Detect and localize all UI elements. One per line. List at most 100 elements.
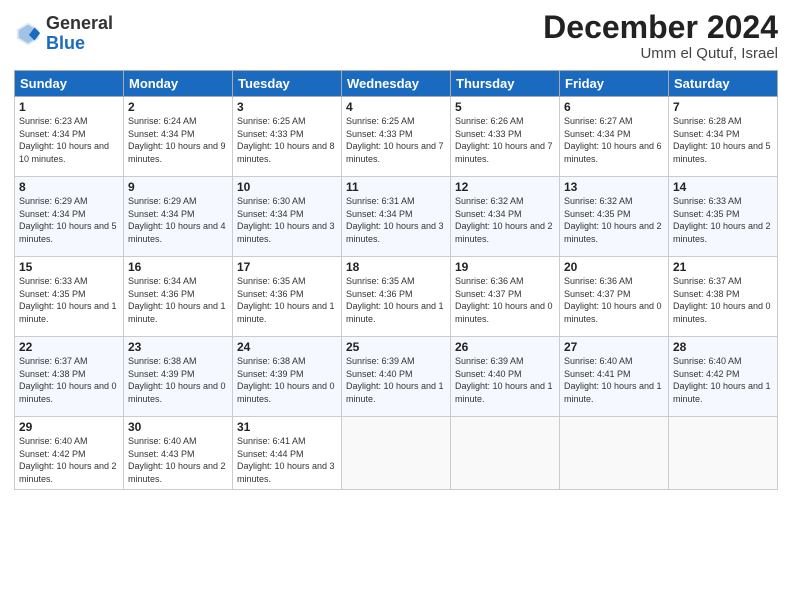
week-row-5: 29Sunrise: 6:40 AMSunset: 4:42 PMDayligh… <box>15 417 778 489</box>
day-info: Sunrise: 6:29 AMSunset: 4:34 PMDaylight:… <box>19 195 119 245</box>
day-number: 14 <box>673 180 773 194</box>
day-info: Sunrise: 6:36 AMSunset: 4:37 PMDaylight:… <box>564 275 664 325</box>
calendar-cell: 19Sunrise: 6:36 AMSunset: 4:37 PMDayligh… <box>451 257 560 337</box>
calendar-cell: 20Sunrise: 6:36 AMSunset: 4:37 PMDayligh… <box>560 257 669 337</box>
day-info: Sunrise: 6:32 AMSunset: 4:35 PMDaylight:… <box>564 195 664 245</box>
day-info: Sunrise: 6:39 AMSunset: 4:40 PMDaylight:… <box>455 355 555 405</box>
calendar-cell: 31Sunrise: 6:41 AMSunset: 4:44 PMDayligh… <box>233 417 342 489</box>
calendar-cell: 28Sunrise: 6:40 AMSunset: 4:42 PMDayligh… <box>669 337 778 417</box>
day-number: 28 <box>673 340 773 354</box>
day-info: Sunrise: 6:35 AMSunset: 4:36 PMDaylight:… <box>346 275 446 325</box>
day-header-friday: Friday <box>560 71 669 97</box>
calendar-cell: 4Sunrise: 6:25 AMSunset: 4:33 PMDaylight… <box>342 97 451 177</box>
month-title: December 2024 <box>543 10 778 45</box>
calendar-cell: 27Sunrise: 6:40 AMSunset: 4:41 PMDayligh… <box>560 337 669 417</box>
calendar-cell: 12Sunrise: 6:32 AMSunset: 4:34 PMDayligh… <box>451 177 560 257</box>
day-header-thursday: Thursday <box>451 71 560 97</box>
header-row: SundayMondayTuesdayWednesdayThursdayFrid… <box>15 71 778 97</box>
day-number: 5 <box>455 100 555 114</box>
day-info: Sunrise: 6:32 AMSunset: 4:34 PMDaylight:… <box>455 195 555 245</box>
day-number: 18 <box>346 260 446 274</box>
day-header-wednesday: Wednesday <box>342 71 451 97</box>
week-row-2: 8Sunrise: 6:29 AMSunset: 4:34 PMDaylight… <box>15 177 778 257</box>
day-header-saturday: Saturday <box>669 71 778 97</box>
calendar-cell: 7Sunrise: 6:28 AMSunset: 4:34 PMDaylight… <box>669 97 778 177</box>
calendar-cell: 23Sunrise: 6:38 AMSunset: 4:39 PMDayligh… <box>124 337 233 417</box>
day-info: Sunrise: 6:33 AMSunset: 4:35 PMDaylight:… <box>673 195 773 245</box>
day-info: Sunrise: 6:25 AMSunset: 4:33 PMDaylight:… <box>237 115 337 165</box>
day-info: Sunrise: 6:28 AMSunset: 4:34 PMDaylight:… <box>673 115 773 165</box>
day-number: 7 <box>673 100 773 114</box>
day-info: Sunrise: 6:40 AMSunset: 4:42 PMDaylight:… <box>19 435 119 485</box>
day-number: 22 <box>19 340 119 354</box>
day-number: 12 <box>455 180 555 194</box>
day-info: Sunrise: 6:39 AMSunset: 4:40 PMDaylight:… <box>346 355 446 405</box>
calendar-cell: 14Sunrise: 6:33 AMSunset: 4:35 PMDayligh… <box>669 177 778 257</box>
calendar-cell <box>669 417 778 489</box>
day-info: Sunrise: 6:25 AMSunset: 4:33 PMDaylight:… <box>346 115 446 165</box>
calendar-cell: 26Sunrise: 6:39 AMSunset: 4:40 PMDayligh… <box>451 337 560 417</box>
day-info: Sunrise: 6:38 AMSunset: 4:39 PMDaylight:… <box>128 355 228 405</box>
day-info: Sunrise: 6:30 AMSunset: 4:34 PMDaylight:… <box>237 195 337 245</box>
day-info: Sunrise: 6:37 AMSunset: 4:38 PMDaylight:… <box>673 275 773 325</box>
day-number: 2 <box>128 100 228 114</box>
location: Umm el Qutuf, Israel <box>543 45 778 62</box>
calendar-table: SundayMondayTuesdayWednesdayThursdayFrid… <box>14 70 778 489</box>
calendar-cell: 13Sunrise: 6:32 AMSunset: 4:35 PMDayligh… <box>560 177 669 257</box>
calendar-cell: 8Sunrise: 6:29 AMSunset: 4:34 PMDaylight… <box>15 177 124 257</box>
day-number: 8 <box>19 180 119 194</box>
week-row-3: 15Sunrise: 6:33 AMSunset: 4:35 PMDayligh… <box>15 257 778 337</box>
day-info: Sunrise: 6:38 AMSunset: 4:39 PMDaylight:… <box>237 355 337 405</box>
logo-text: General Blue <box>46 14 113 54</box>
page: General Blue December 2024 Umm el Qutuf,… <box>0 0 792 612</box>
day-number: 21 <box>673 260 773 274</box>
calendar-cell: 5Sunrise: 6:26 AMSunset: 4:33 PMDaylight… <box>451 97 560 177</box>
week-row-1: 1Sunrise: 6:23 AMSunset: 4:34 PMDaylight… <box>15 97 778 177</box>
day-number: 26 <box>455 340 555 354</box>
calendar-cell: 21Sunrise: 6:37 AMSunset: 4:38 PMDayligh… <box>669 257 778 337</box>
day-info: Sunrise: 6:29 AMSunset: 4:34 PMDaylight:… <box>128 195 228 245</box>
day-number: 10 <box>237 180 337 194</box>
logo-general-text: General <box>46 14 113 34</box>
calendar-cell: 6Sunrise: 6:27 AMSunset: 4:34 PMDaylight… <box>560 97 669 177</box>
title-block: December 2024 Umm el Qutuf, Israel <box>543 10 778 62</box>
calendar-cell: 3Sunrise: 6:25 AMSunset: 4:33 PMDaylight… <box>233 97 342 177</box>
calendar-cell: 15Sunrise: 6:33 AMSunset: 4:35 PMDayligh… <box>15 257 124 337</box>
logo-blue-text: Blue <box>46 34 113 54</box>
day-info: Sunrise: 6:26 AMSunset: 4:33 PMDaylight:… <box>455 115 555 165</box>
day-info: Sunrise: 6:27 AMSunset: 4:34 PMDaylight:… <box>564 115 664 165</box>
day-number: 20 <box>564 260 664 274</box>
day-number: 19 <box>455 260 555 274</box>
day-info: Sunrise: 6:31 AMSunset: 4:34 PMDaylight:… <box>346 195 446 245</box>
calendar-cell <box>451 417 560 489</box>
day-info: Sunrise: 6:40 AMSunset: 4:43 PMDaylight:… <box>128 435 228 485</box>
day-info: Sunrise: 6:40 AMSunset: 4:41 PMDaylight:… <box>564 355 664 405</box>
calendar-cell: 17Sunrise: 6:35 AMSunset: 4:36 PMDayligh… <box>233 257 342 337</box>
day-number: 27 <box>564 340 664 354</box>
week-row-4: 22Sunrise: 6:37 AMSunset: 4:38 PMDayligh… <box>15 337 778 417</box>
calendar-cell: 24Sunrise: 6:38 AMSunset: 4:39 PMDayligh… <box>233 337 342 417</box>
day-number: 15 <box>19 260 119 274</box>
day-info: Sunrise: 6:24 AMSunset: 4:34 PMDaylight:… <box>128 115 228 165</box>
day-info: Sunrise: 6:35 AMSunset: 4:36 PMDaylight:… <box>237 275 337 325</box>
day-header-sunday: Sunday <box>15 71 124 97</box>
day-number: 17 <box>237 260 337 274</box>
day-info: Sunrise: 6:34 AMSunset: 4:36 PMDaylight:… <box>128 275 228 325</box>
calendar-cell: 1Sunrise: 6:23 AMSunset: 4:34 PMDaylight… <box>15 97 124 177</box>
day-info: Sunrise: 6:40 AMSunset: 4:42 PMDaylight:… <box>673 355 773 405</box>
day-number: 25 <box>346 340 446 354</box>
calendar-cell: 11Sunrise: 6:31 AMSunset: 4:34 PMDayligh… <box>342 177 451 257</box>
day-number: 16 <box>128 260 228 274</box>
day-info: Sunrise: 6:37 AMSunset: 4:38 PMDaylight:… <box>19 355 119 405</box>
calendar-cell: 30Sunrise: 6:40 AMSunset: 4:43 PMDayligh… <box>124 417 233 489</box>
day-number: 9 <box>128 180 228 194</box>
day-number: 6 <box>564 100 664 114</box>
day-number: 4 <box>346 100 446 114</box>
calendar-cell: 10Sunrise: 6:30 AMSunset: 4:34 PMDayligh… <box>233 177 342 257</box>
day-number: 29 <box>19 420 119 434</box>
day-number: 31 <box>237 420 337 434</box>
calendar-cell <box>342 417 451 489</box>
calendar-cell: 29Sunrise: 6:40 AMSunset: 4:42 PMDayligh… <box>15 417 124 489</box>
day-number: 30 <box>128 420 228 434</box>
day-number: 23 <box>128 340 228 354</box>
